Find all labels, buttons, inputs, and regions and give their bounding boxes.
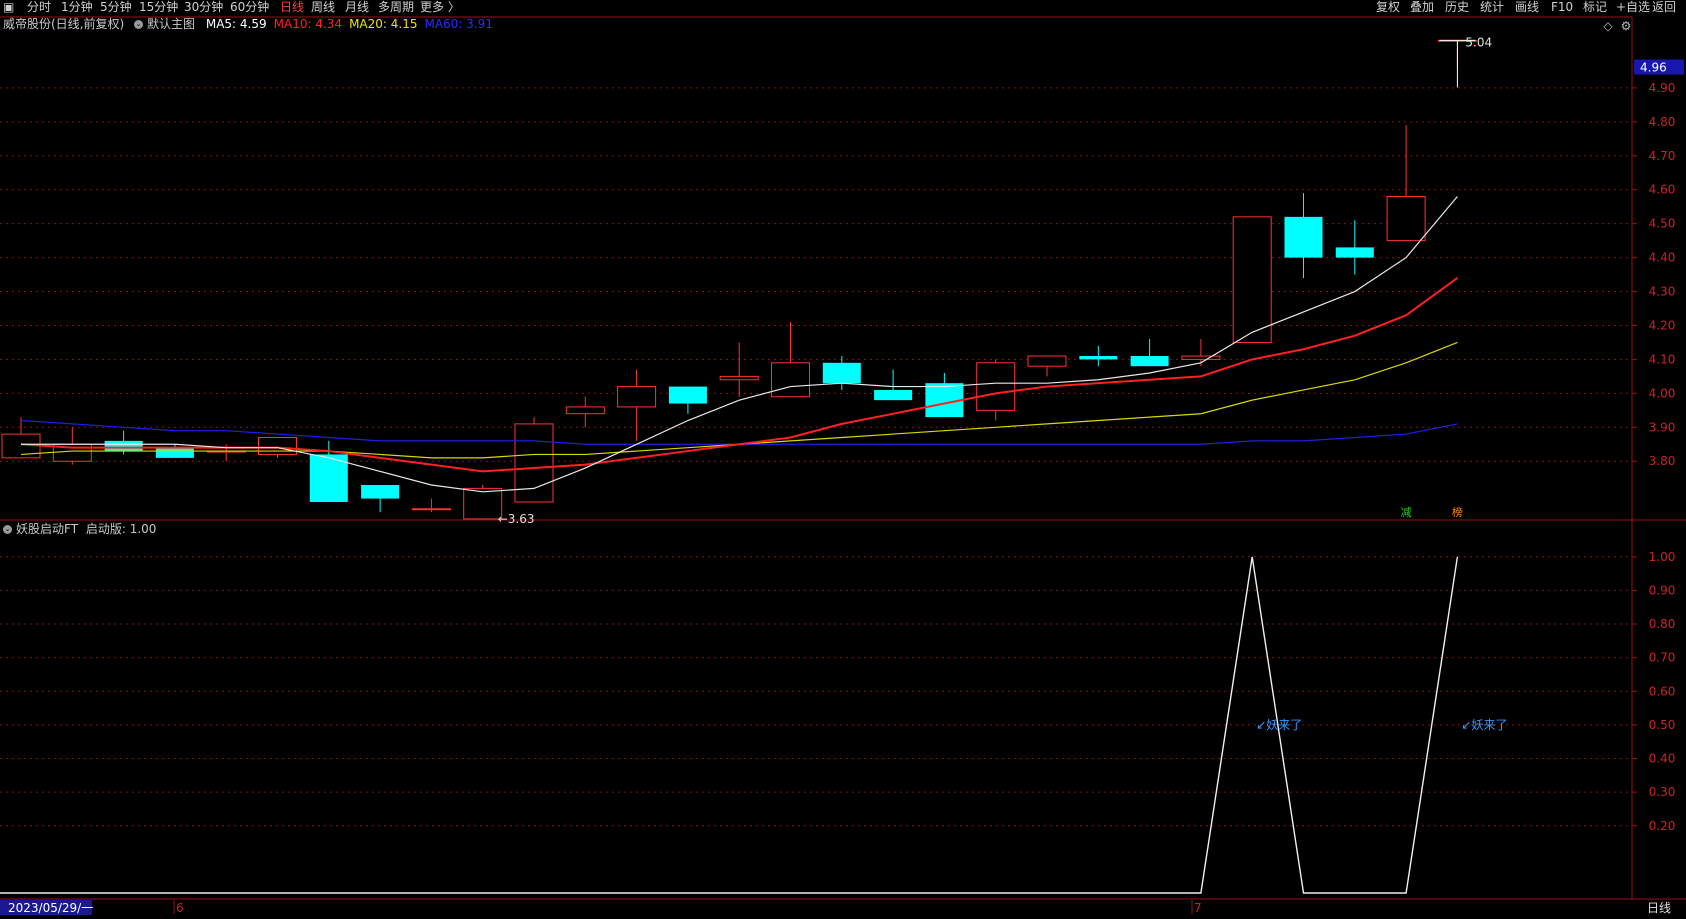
indicator-line	[0, 556, 1459, 894]
signal-marker: 榜	[1452, 505, 1463, 519]
ma60-line	[20, 419, 1458, 445]
price-tick-label: 4.90	[1649, 81, 1676, 95]
price-tick-label: 4.20	[1649, 318, 1676, 332]
indicator-tick-label: 1.00	[1649, 550, 1676, 564]
diamond-icon: ◇	[1603, 19, 1613, 33]
candle-body	[1386, 195, 1426, 242]
candle-body	[1079, 356, 1118, 360]
month-mark: 6	[176, 901, 184, 915]
price-tick-label: 4.30	[1649, 285, 1676, 299]
candle-body	[874, 389, 913, 401]
indicator-tick-label: 0.30	[1649, 785, 1676, 799]
candle-body	[411, 508, 451, 511]
price-tick-label: 4.00	[1649, 386, 1676, 400]
signal-label: ↙妖来了	[1256, 718, 1302, 732]
price-tick-label: 4.50	[1649, 217, 1676, 231]
candle-body	[617, 386, 657, 408]
candle-body	[1284, 216, 1323, 258]
price-tick-label: 4.40	[1649, 251, 1676, 265]
indicator-tick-label: 0.60	[1649, 684, 1676, 698]
candle-body	[514, 423, 554, 503]
cursor-date: 2023/05/29/一	[8, 901, 93, 915]
indicator-tick-label: 0.70	[1649, 651, 1676, 665]
price-tick-label: 4.60	[1649, 183, 1676, 197]
price-tick-label: 4.80	[1649, 115, 1676, 129]
candle-body	[1181, 355, 1221, 360]
price-tick-label: 3.80	[1649, 454, 1676, 468]
high-price-label: 5.04	[1465, 35, 1492, 49]
candle-body	[1232, 216, 1272, 343]
indicator-tick-label: 0.80	[1649, 617, 1676, 631]
indicator-tick-label: 0.40	[1649, 752, 1676, 766]
signal-label: ↙妖来了	[1461, 718, 1507, 732]
candle-body	[361, 485, 400, 499]
month-mark: 7	[1194, 901, 1202, 915]
price-tick-label: 4.10	[1649, 352, 1676, 366]
signal-marker: 减	[1401, 506, 1412, 519]
candle-body	[104, 440, 143, 452]
price-tick-label: 3.90	[1649, 420, 1676, 434]
candle-body	[155, 447, 194, 458]
kline-chart[interactable]: 4.90 4.80 4.70 4.60 4.50 4.40 4.30 4.20 4.10 4.00…	[0, 0, 1686, 919]
indicator-tick-label: 0.20	[1649, 819, 1676, 833]
candle-body	[822, 362, 861, 384]
indicator-tick-label: 0.90	[1649, 583, 1676, 597]
price-tick-label: 4.70	[1649, 149, 1676, 163]
candle-body	[463, 487, 503, 520]
candle-body	[719, 375, 759, 381]
candle-body	[1130, 356, 1169, 367]
indicator-tick-label: 0.50	[1649, 718, 1676, 732]
candle-body	[771, 362, 810, 398]
candle-body	[976, 362, 1016, 411]
candle-body	[1027, 355, 1067, 367]
candle-body	[1335, 247, 1374, 258]
period-label: 日线	[1647, 901, 1671, 915]
gear-icon: ⚙	[1621, 19, 1632, 33]
last-price-value: 4.96	[1640, 61, 1667, 75]
candle-body	[668, 386, 707, 404]
low-price-label: ←3.63	[498, 512, 535, 526]
candle-body	[258, 436, 297, 455]
candle-body	[565, 406, 605, 415]
